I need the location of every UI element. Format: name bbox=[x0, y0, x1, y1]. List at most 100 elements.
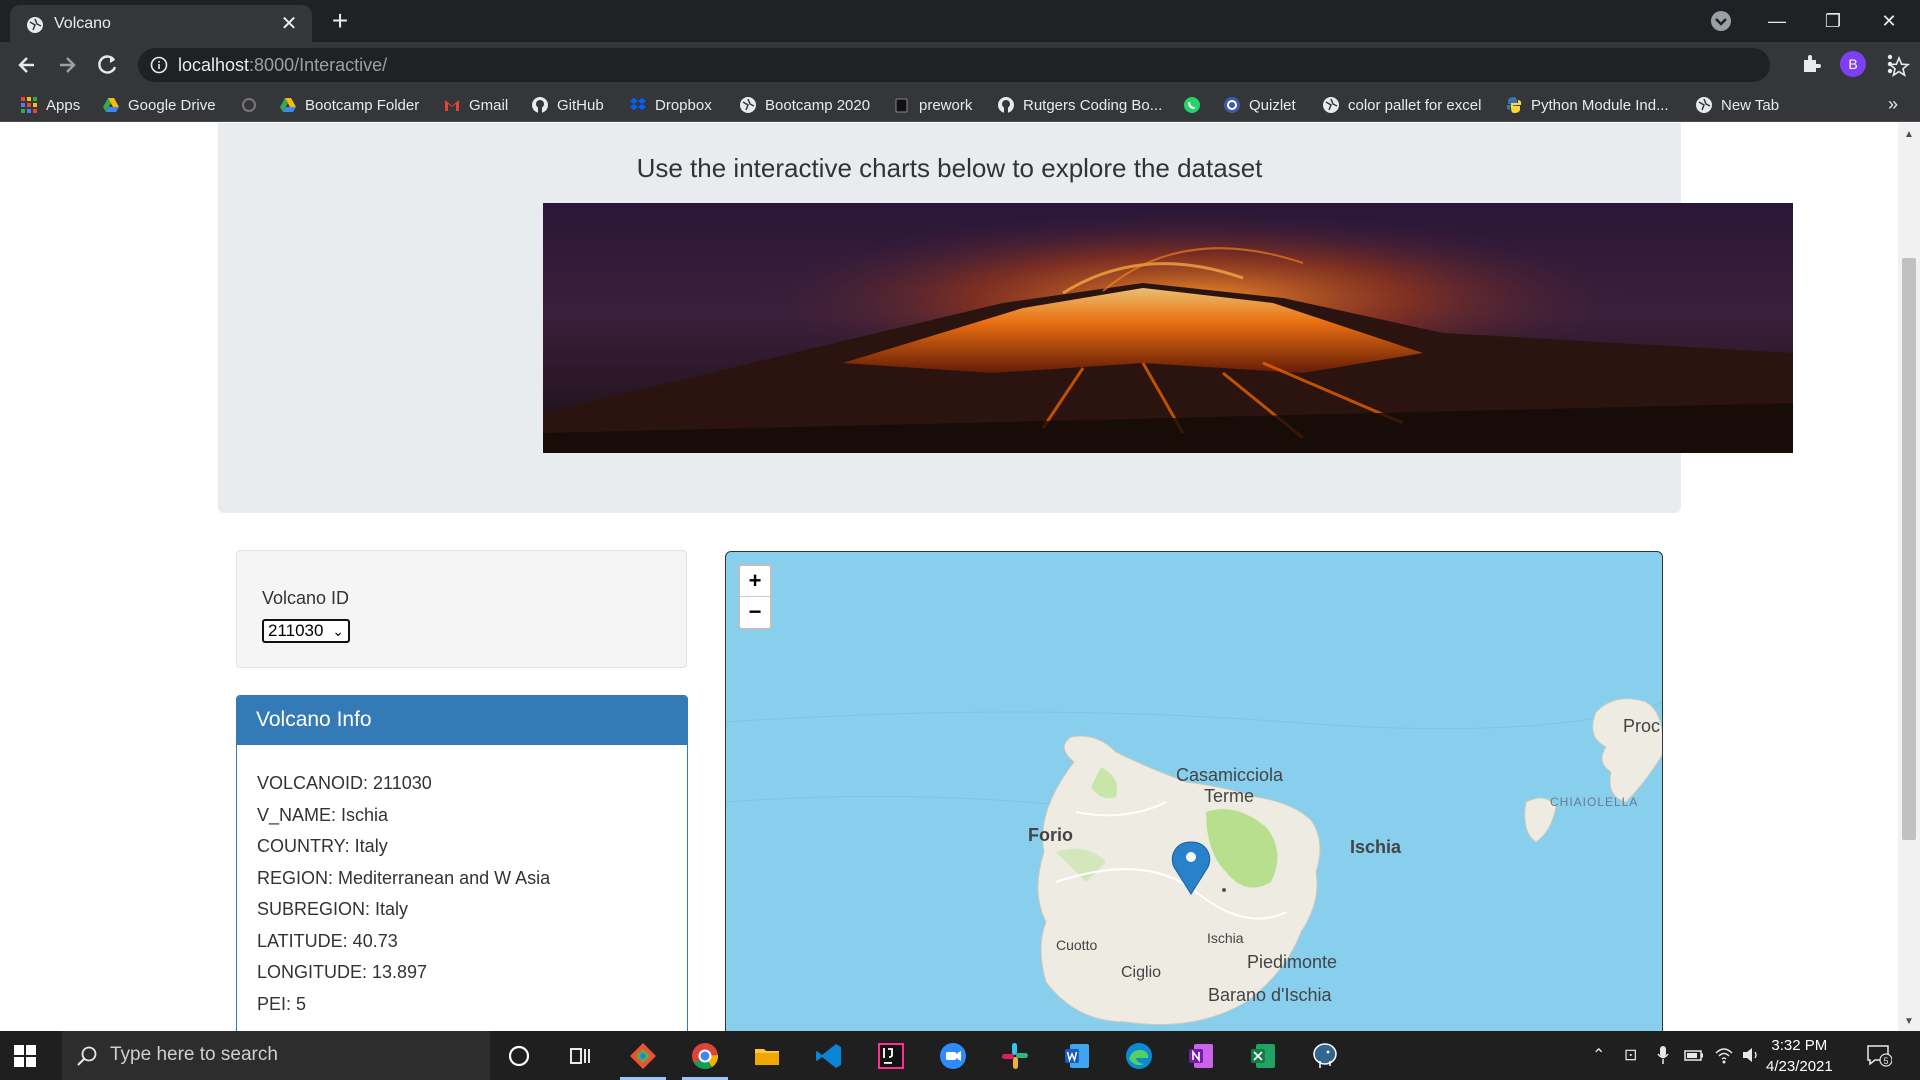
back-icon[interactable] bbox=[12, 50, 42, 80]
page-viewport: Use the interactive charts below to expl… bbox=[0, 123, 1898, 1031]
bookmarks-bar: Apps Google Drive Bootcamp Folder Gmail … bbox=[0, 88, 1920, 122]
bookmark-label: Bootcamp 2020 bbox=[765, 96, 871, 114]
microphone-icon[interactable] bbox=[1656, 1045, 1670, 1065]
globe-icon bbox=[1696, 97, 1712, 113]
intellij-icon[interactable] bbox=[876, 1041, 906, 1071]
google-drive-icon bbox=[280, 98, 296, 112]
zoom-in-button[interactable]: + bbox=[740, 566, 770, 597]
menu-kebab-icon[interactable] bbox=[1885, 52, 1895, 76]
bookmark-github[interactable]: GitHub bbox=[531, 94, 604, 116]
volcano-info-title: Volcano Info bbox=[237, 696, 687, 745]
google-drive-icon bbox=[103, 98, 119, 112]
apps-grid-icon bbox=[21, 97, 37, 113]
volcano-select-panel: Volcano ID 211030 ⌄ bbox=[236, 550, 687, 668]
bookmark-label: color pallet for excel bbox=[1348, 96, 1482, 114]
zoom-app-icon[interactable] bbox=[938, 1041, 968, 1071]
windows-start-icon[interactable] bbox=[14, 1045, 36, 1067]
tab-search-icon[interactable] bbox=[1710, 10, 1732, 32]
taskbar-search-placeholder: Type here to search bbox=[110, 1044, 278, 1065]
bookmark-bootcamp-2020[interactable]: Bootcamp 2020 bbox=[739, 94, 870, 116]
address-bar[interactable]: localhost:8000/Interactive/ bbox=[138, 48, 1910, 82]
postgresql-icon[interactable] bbox=[1310, 1041, 1340, 1071]
close-window-button[interactable]: ✕ bbox=[1869, 6, 1909, 36]
map-label-forio: Forio bbox=[1028, 825, 1073, 845]
scroll-down-arrow-icon[interactable]: ▼ bbox=[1904, 1016, 1914, 1027]
task-view-icon[interactable] bbox=[565, 1041, 595, 1071]
bookmark-label: GitHub bbox=[557, 96, 604, 114]
zoom-control: + − bbox=[738, 564, 772, 630]
wifi-icon[interactable] bbox=[1714, 1045, 1734, 1065]
info-subregion: SUBREGION: Italy bbox=[257, 899, 409, 919]
vscode-icon[interactable] bbox=[814, 1041, 844, 1071]
map-label-cuotto: Cuotto bbox=[1056, 937, 1098, 953]
file-explorer-icon[interactable] bbox=[752, 1041, 782, 1071]
edge-icon[interactable] bbox=[1124, 1041, 1154, 1071]
more-bookmarks-button[interactable]: » bbox=[1888, 94, 1898, 115]
zoom-out-button[interactable]: − bbox=[740, 597, 770, 628]
windows-taskbar: Type here to search ⌃ ⊡ 3:32 PM 4/23/202… bbox=[0, 1031, 1920, 1080]
selected-volcano-id: 211030 bbox=[268, 621, 324, 640]
search-icon bbox=[77, 1046, 97, 1066]
bookmark-gmail[interactable]: Gmail bbox=[443, 94, 508, 116]
browser-tab[interactable]: Volcano ✕ bbox=[10, 5, 312, 42]
volcano-info-body: VOLCANOID: 211030 V_NAME: Ischia COUNTRY… bbox=[257, 768, 550, 1020]
slack-icon[interactable] bbox=[1000, 1041, 1030, 1071]
taskbar-search-box[interactable]: Type here to search bbox=[62, 1031, 490, 1080]
bookmark-label: Gmail bbox=[469, 96, 509, 114]
scroll-up-arrow-icon[interactable]: ▲ bbox=[1904, 129, 1914, 140]
url-host: localhost bbox=[178, 55, 250, 75]
chevron-down-icon: ⌄ bbox=[332, 623, 344, 639]
restore-button[interactable]: ❐ bbox=[1813, 6, 1853, 36]
extensions-icon[interactable] bbox=[1800, 52, 1822, 74]
volcano-id-select[interactable]: 211030 ⌄ bbox=[262, 619, 350, 643]
bookmark-whatsapp[interactable] bbox=[1183, 94, 1209, 116]
profile-avatar[interactable]: B bbox=[1840, 51, 1866, 77]
notification-center-icon[interactable]: 5 bbox=[1866, 1043, 1892, 1067]
bookmark-bootcamp-folder[interactable]: Bootcamp Folder bbox=[279, 94, 419, 116]
bookmark-apps[interactable]: Apps bbox=[20, 94, 80, 116]
map-label-piedimonte: Piedimonte bbox=[1247, 952, 1338, 972]
reload-icon[interactable] bbox=[93, 50, 123, 80]
info-region: REGION: Mediterranean and W Asia bbox=[257, 867, 551, 888]
volcano-map[interactable]: + − Casamicciola Terme Forio Ischia Cuot… bbox=[725, 551, 1663, 1031]
close-tab-icon[interactable]: ✕ bbox=[278, 13, 300, 35]
tab-title: Volcano bbox=[54, 15, 111, 32]
git-kraken-icon[interactable] bbox=[628, 1041, 658, 1071]
meet-now-icon[interactable]: ⊡ bbox=[1624, 1045, 1637, 1065]
globe-icon bbox=[27, 17, 43, 33]
dropbox-icon bbox=[630, 98, 646, 110]
map-tiles bbox=[726, 698, 1662, 1025]
bookmark-dropbox[interactable]: Dropbox bbox=[629, 94, 712, 116]
minimize-button[interactable]: — bbox=[1757, 6, 1797, 36]
bookmark-python[interactable]: Python Module Ind... bbox=[1505, 94, 1669, 116]
bookmark-rutgers[interactable]: Rutgers Coding Bo... bbox=[997, 94, 1162, 116]
page-scrollbar[interactable]: ▲ ▼ bbox=[1898, 123, 1920, 1031]
chrome-icon[interactable] bbox=[690, 1041, 720, 1071]
bookmark-new-tab[interactable]: New Tab bbox=[1695, 94, 1779, 116]
new-tab-button[interactable]: + bbox=[325, 6, 355, 36]
bookmark-label: prework bbox=[919, 96, 973, 114]
bookmark-blank[interactable] bbox=[240, 94, 266, 116]
bookmark-quizlet[interactable]: Quizlet bbox=[1223, 94, 1296, 116]
taskbar-clock[interactable]: 3:32 PM 4/23/2021 bbox=[1766, 1035, 1833, 1077]
forward-icon[interactable] bbox=[52, 50, 82, 80]
battery-icon[interactable] bbox=[1684, 1045, 1704, 1065]
info-country: COUNTRY: Italy bbox=[257, 836, 388, 856]
excel-icon[interactable] bbox=[1248, 1041, 1278, 1071]
cortana-icon[interactable] bbox=[504, 1041, 534, 1071]
volume-icon[interactable] bbox=[1741, 1045, 1761, 1065]
scroll-thumb[interactable] bbox=[1902, 258, 1916, 840]
bookmark-label: Google Drive bbox=[128, 96, 216, 114]
bookmark-label: New Tab bbox=[1721, 96, 1780, 114]
map-label-casamicciola: Casamicciola bbox=[1176, 765, 1284, 785]
bookmark-color-pallet[interactable]: color pallet for excel bbox=[1322, 94, 1481, 116]
onenote-icon[interactable] bbox=[1186, 1041, 1216, 1071]
info-icon[interactable] bbox=[150, 56, 168, 74]
show-hidden-icons-icon[interactable]: ⌃ bbox=[1592, 1045, 1605, 1065]
word-icon[interactable] bbox=[1062, 1041, 1092, 1071]
bookmark-prework[interactable]: prework bbox=[893, 94, 972, 116]
bookmark-label: Dropbox bbox=[655, 96, 712, 114]
gear-icon bbox=[242, 98, 256, 112]
url-text: localhost:8000/Interactive/ bbox=[178, 55, 387, 76]
bookmark-google-drive[interactable]: Google Drive bbox=[102, 94, 216, 116]
